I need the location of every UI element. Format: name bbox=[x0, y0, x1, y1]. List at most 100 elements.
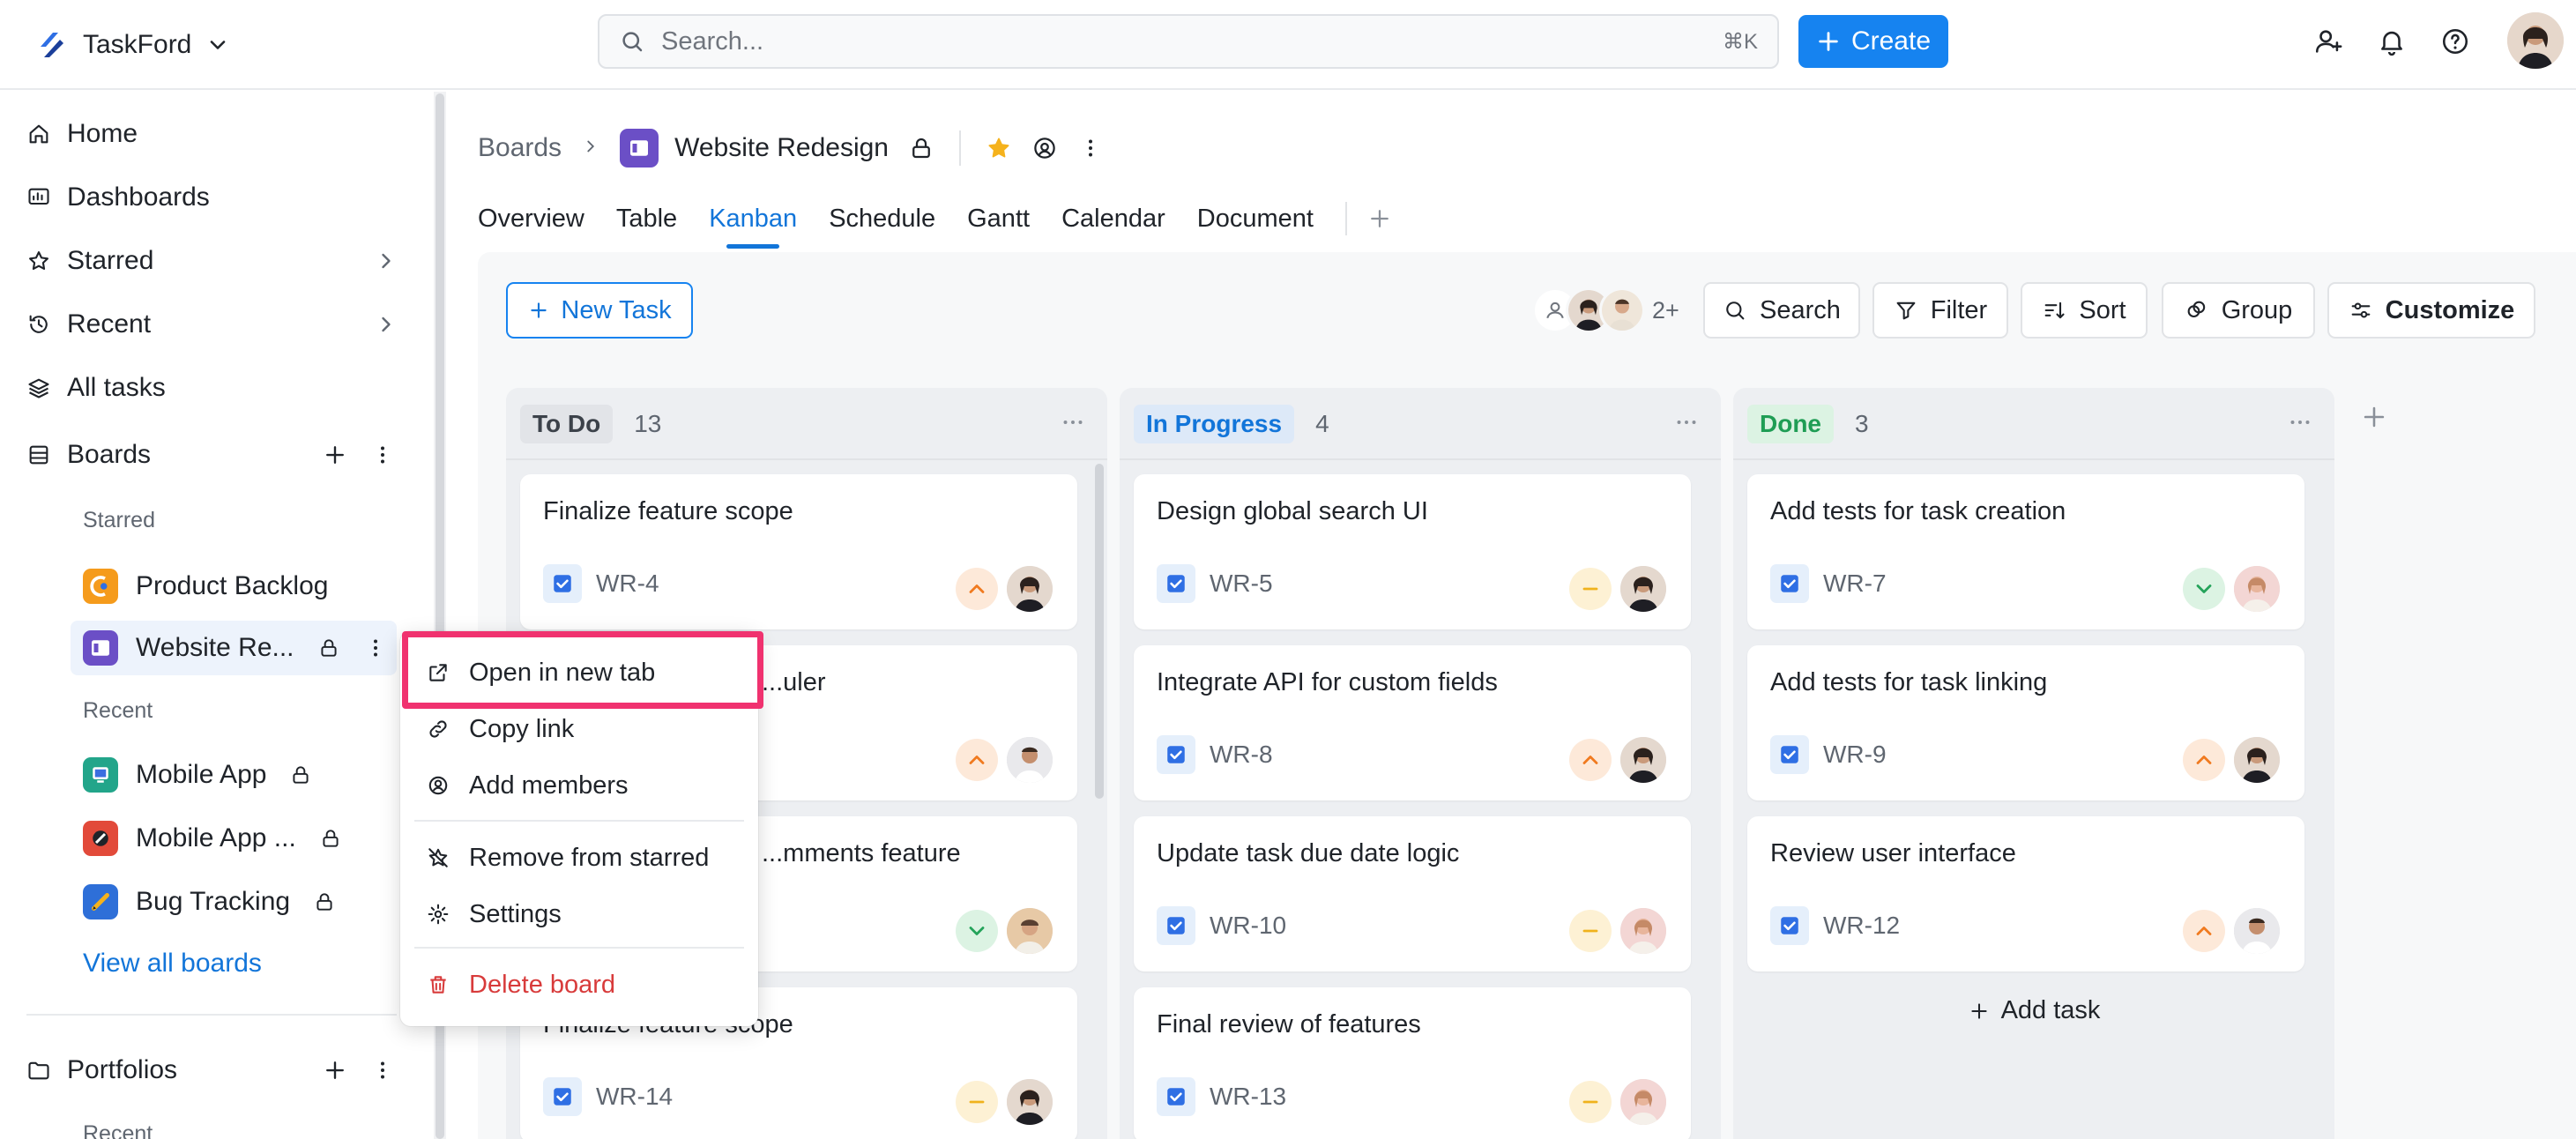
sidebar-board-product-backlog[interactable]: Product Backlog bbox=[71, 559, 388, 614]
add-user-icon bbox=[2315, 30, 2342, 53]
add-column-plus-icon[interactable] bbox=[2359, 402, 2389, 432]
task-type-icon bbox=[1157, 564, 1195, 603]
task-card[interactable]: Finalize feature scope WR-4 bbox=[520, 474, 1077, 629]
menu-item-settings[interactable]: Settings bbox=[427, 892, 562, 936]
chevron-right-icon[interactable] bbox=[374, 249, 398, 273]
board-label: Website Re... bbox=[136, 633, 294, 662]
tab-calendar[interactable]: Calendar bbox=[1061, 199, 1165, 250]
more-horizontal-icon[interactable] bbox=[1671, 407, 1701, 437]
portfolios-more-button[interactable] bbox=[367, 1054, 398, 1086]
column-scrollbar[interactable] bbox=[1095, 464, 1104, 799]
menu-item-remove-starred[interactable]: Remove from starred bbox=[427, 836, 709, 880]
user-avatar[interactable] bbox=[2507, 12, 2564, 69]
sidebar-board-bug-tracking[interactable]: Bug Tracking bbox=[71, 875, 388, 929]
column-count: 4 bbox=[1315, 410, 1329, 437]
board-more-button[interactable] bbox=[360, 632, 391, 664]
assignee-avatar[interactable] bbox=[2234, 908, 2280, 954]
watch-board-icon[interactable] bbox=[1031, 135, 1058, 161]
assignee-avatar[interactable] bbox=[1620, 1079, 1666, 1125]
task-type-icon bbox=[1770, 906, 1809, 945]
add-task-label: Add task bbox=[2000, 996, 2101, 1024]
task-card[interactable]: Integrate API for custom fields WR-8 bbox=[1134, 645, 1691, 800]
assignee-avatar[interactable] bbox=[1620, 566, 1666, 612]
tab-gantt[interactable]: Gantt bbox=[967, 199, 1030, 250]
group-label: Group bbox=[2221, 295, 2293, 324]
sidebar-item-home[interactable]: Home bbox=[26, 109, 138, 159]
add-board-button[interactable] bbox=[319, 439, 351, 471]
more-vertical-icon[interactable] bbox=[1077, 135, 1104, 161]
sort-button[interactable]: Sort bbox=[2021, 282, 2148, 339]
assignee-avatar[interactable] bbox=[1620, 908, 1666, 954]
sidebar-item-boards[interactable]: Boards bbox=[26, 430, 151, 480]
more-horizontal-icon[interactable] bbox=[2285, 407, 2315, 437]
history-icon bbox=[29, 315, 48, 333]
task-card[interactable]: Review user interface WR-12 bbox=[1747, 816, 2304, 972]
tab-overview[interactable]: Overview bbox=[478, 199, 584, 250]
boards-more-button[interactable] bbox=[367, 439, 398, 471]
priority-high-icon bbox=[2183, 739, 2225, 781]
star-filled-icon[interactable] bbox=[986, 135, 1012, 161]
sidebar-item-recent[interactable]: Recent bbox=[26, 300, 151, 349]
global-search-input[interactable]: Search... ⌘K bbox=[598, 14, 1779, 69]
assignee-avatar[interactable] bbox=[2234, 566, 2280, 612]
filter-icon bbox=[1896, 302, 1916, 320]
assignee-avatar[interactable] bbox=[2234, 737, 2280, 783]
menu-divider bbox=[414, 820, 744, 822]
new-task-button[interactable]: New Task bbox=[506, 282, 693, 339]
task-card[interactable]: Design global search UI WR-5 bbox=[1134, 474, 1691, 629]
assignee-avatar[interactable] bbox=[1007, 566, 1053, 612]
sidebar-board-website-redesign[interactable]: Website Re... bbox=[71, 621, 397, 675]
task-card[interactable]: Add tests for task linking WR-9 bbox=[1747, 645, 2304, 800]
tab-kanban[interactable]: Kanban bbox=[709, 199, 797, 250]
breadcrumb-boards-link[interactable]: Boards bbox=[478, 133, 562, 163]
assignee-avatar[interactable] bbox=[1007, 908, 1053, 954]
breadcrumb-current-board[interactable]: Website Redesign bbox=[620, 129, 889, 168]
tab-schedule[interactable]: Schedule bbox=[829, 199, 935, 250]
star-off-icon bbox=[428, 848, 448, 867]
column-title: Done bbox=[1747, 405, 1834, 443]
sidebar-item-portfolios[interactable]: Portfolios bbox=[26, 1046, 177, 1095]
notifications-button[interactable] bbox=[2375, 25, 2408, 58]
group-button[interactable]: Group bbox=[2162, 282, 2315, 339]
board-members[interactable]: 2+ bbox=[1532, 286, 1679, 335]
more-horizontal-icon[interactable] bbox=[1058, 407, 1088, 437]
task-card[interactable]: Add tests for task creation WR-7 bbox=[1747, 474, 2304, 629]
add-portfolio-button[interactable] bbox=[319, 1054, 351, 1086]
website-redesign-board-icon bbox=[620, 129, 659, 168]
add-view-plus-icon[interactable] bbox=[1366, 205, 1393, 232]
priority-low-icon bbox=[956, 910, 998, 952]
bug-tracking-board-icon bbox=[83, 884, 118, 919]
sidebar-item-all-tasks[interactable]: All tasks bbox=[26, 363, 166, 413]
board-label: Mobile App bbox=[136, 760, 267, 789]
customize-button[interactable]: Customize bbox=[2327, 282, 2535, 339]
assignee-avatar[interactable] bbox=[1620, 737, 1666, 783]
layers-icon bbox=[28, 378, 49, 398]
tab-document[interactable]: Document bbox=[1197, 199, 1314, 250]
help-button[interactable] bbox=[2438, 25, 2472, 58]
task-card[interactable]: Final review of features WR-13 bbox=[1134, 987, 1691, 1139]
tab-table[interactable]: Table bbox=[616, 199, 677, 250]
add-task-button[interactable]: Add task bbox=[1733, 996, 2334, 1025]
breadcrumb-divider bbox=[958, 130, 961, 166]
task-card[interactable]: Update task due date logic WR-10 bbox=[1134, 816, 1691, 972]
sort-label: Sort bbox=[2079, 295, 2126, 324]
assignee-avatar[interactable] bbox=[1007, 1079, 1053, 1125]
sidebar-item-dashboards[interactable]: Dashboards bbox=[26, 173, 210, 222]
menu-item-add-members[interactable]: Add members bbox=[427, 763, 629, 808]
sidebar-item-starred[interactable]: Starred bbox=[26, 236, 153, 286]
chevron-right-icon[interactable] bbox=[374, 312, 398, 337]
more-vertical-icon bbox=[381, 446, 384, 464]
assignee-avatar[interactable] bbox=[1007, 737, 1053, 783]
menu-item-copy-link[interactable]: Copy link bbox=[427, 707, 574, 751]
workspace-switcher[interactable]: TaskFord bbox=[34, 21, 230, 69]
view-all-boards-link[interactable]: View all boards bbox=[83, 949, 262, 979]
filter-button[interactable]: Filter bbox=[1872, 282, 2008, 339]
invite-user-button[interactable] bbox=[2312, 25, 2345, 58]
board-search-button[interactable]: Search bbox=[1703, 282, 1860, 339]
sidebar-board-mobile-app[interactable]: Mobile App bbox=[71, 748, 388, 802]
create-button[interactable]: Create bbox=[1798, 15, 1948, 68]
menu-item-delete-board[interactable]: Delete board bbox=[427, 963, 615, 1007]
sidebar-board-mobile-app-2[interactable]: Mobile App ... bbox=[71, 811, 388, 866]
priority-high-icon bbox=[1569, 739, 1612, 781]
menu-item-label: Copy link bbox=[469, 714, 575, 743]
